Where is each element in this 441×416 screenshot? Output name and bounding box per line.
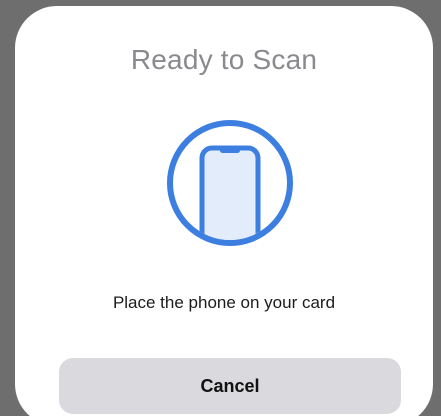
phone-scan-icon [164, 117, 296, 249]
sheet-title: Ready to Scan [130, 44, 318, 75]
instruction-text: Place the phone on your card [112, 293, 336, 312]
scan-sheet: Ready to Scan Place the phone on your ca… [15, 6, 433, 416]
cancel-button[interactable]: Cancel [59, 358, 401, 414]
screen-frame: Ready to Scan Place the phone on your ca… [0, 0, 441, 416]
